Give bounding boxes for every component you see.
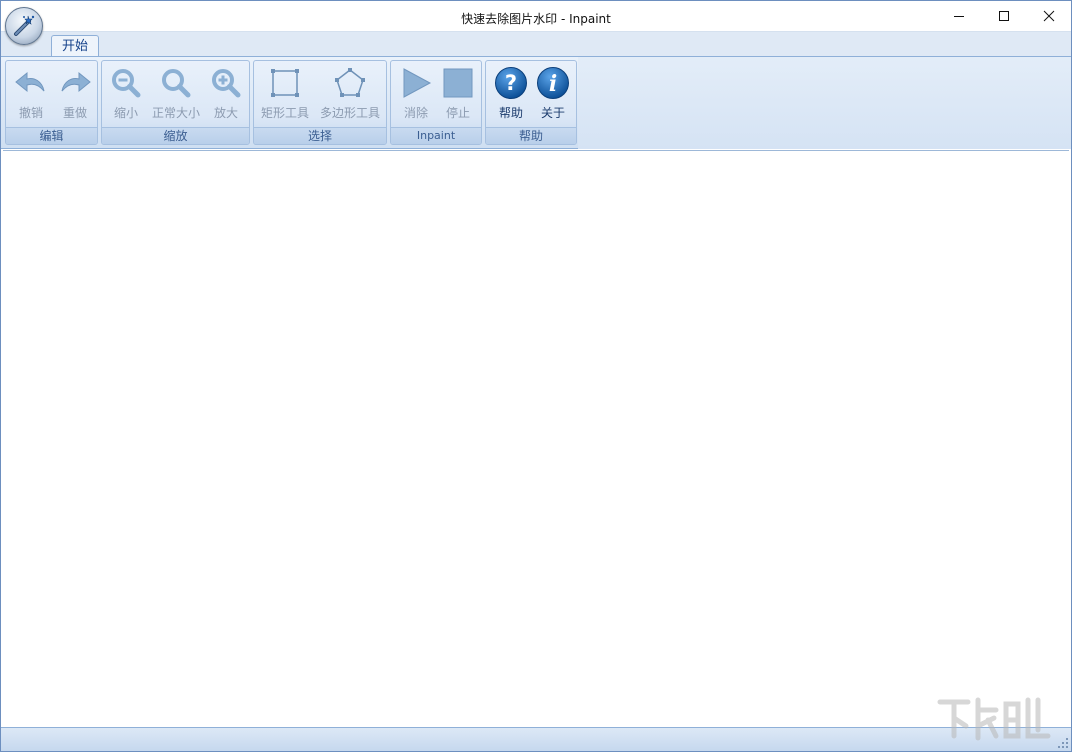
group-label-inpaint: Inpaint	[391, 127, 481, 144]
zoom-normal-button[interactable]: 正常大小	[148, 65, 204, 125]
group-zoom: 缩小 正常大小 放大 缩放	[101, 60, 250, 145]
minimize-button[interactable]	[936, 1, 982, 31]
zoom-normal-icon	[162, 69, 191, 98]
polygon-tool-button[interactable]: 多边形工具	[315, 65, 385, 125]
app-menu-orb[interactable]	[5, 7, 43, 45]
svg-text:i: i	[549, 71, 557, 97]
group-select: 矩形工具 多边形工具 选择	[253, 60, 387, 145]
zoom-in-button[interactable]: 放大	[206, 65, 246, 125]
close-button[interactable]	[1026, 1, 1072, 31]
group-help: ? 帮助 i 关于 帮助	[485, 60, 577, 145]
group-label-zoom: 缩放	[102, 127, 249, 144]
minimize-icon	[954, 16, 964, 17]
redo-icon	[61, 71, 91, 93]
undo-icon	[15, 71, 45, 93]
stop-button[interactable]: 停止	[437, 65, 479, 125]
group-inpaint: 消除 停止 Inpaint	[390, 60, 482, 145]
title-bar: 快速去除图片水印 - Inpaint	[1, 1, 1071, 35]
zoom-in-icon	[212, 69, 241, 98]
magic-wand-icon	[14, 15, 35, 36]
rectangle-tool-button[interactable]: 矩形工具	[257, 65, 313, 125]
maximize-button[interactable]	[981, 1, 1027, 31]
stop-icon	[443, 68, 473, 98]
close-icon	[1043, 10, 1055, 22]
ribbon: 撤销 重做 编辑 缩小 正常大小 放大 缩放 矩形工具 多边形工具 选择 消除 …	[1, 56, 1071, 149]
image-canvas[interactable]	[3, 150, 1069, 727]
status-bar	[1, 727, 1071, 751]
window-title: 快速去除图片水印 - Inpaint	[461, 12, 611, 26]
help-icon: ?	[495, 67, 527, 99]
polygon-tool-icon	[335, 68, 365, 97]
info-icon: i	[537, 67, 569, 99]
about-button[interactable]: i 关于	[532, 65, 574, 125]
ribbon-tab-strip: 开始	[1, 31, 1071, 59]
app-window: 快速去除图片水印 - Inpaint 开始 撤销 重做 编辑 缩小 正常大小 放…	[0, 0, 1072, 752]
watermark-logo	[937, 697, 1051, 741]
play-icon	[403, 68, 432, 98]
ribbon-empty-area	[578, 57, 1071, 149]
undo-button[interactable]: 撤销	[10, 65, 52, 125]
svg-text:?: ?	[505, 71, 517, 95]
maximize-icon	[999, 11, 1009, 21]
group-label-edit: 编辑	[6, 127, 97, 144]
zoom-out-icon	[112, 69, 141, 98]
rectangle-tool-icon	[271, 69, 299, 97]
group-edit: 撤销 重做 编辑	[5, 60, 98, 145]
redo-button[interactable]: 重做	[54, 65, 96, 125]
erase-button[interactable]: 消除	[395, 65, 437, 125]
help-button[interactable]: ? 帮助	[490, 65, 532, 125]
resize-grip-icon[interactable]	[1057, 737, 1069, 749]
group-label-select: 选择	[254, 127, 386, 144]
group-label-help: 帮助	[486, 127, 576, 144]
zoom-out-button[interactable]: 缩小	[106, 65, 146, 125]
